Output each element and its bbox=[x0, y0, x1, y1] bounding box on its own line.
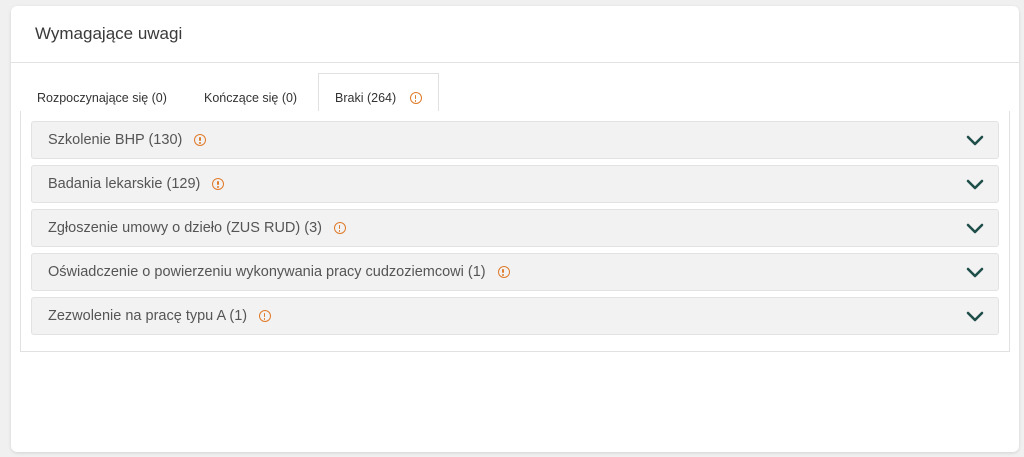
accordion-item-label: Zgłoszenie umowy o dzieło (ZUS RUD) (3) bbox=[48, 220, 322, 236]
accordion-item-label: Szkolenie BHP (130) bbox=[48, 132, 183, 148]
chevron-down-icon[interactable] bbox=[966, 222, 984, 236]
tab-label: Kończące się (0) bbox=[204, 90, 298, 105]
chevron-down-icon[interactable] bbox=[966, 178, 984, 192]
accordion-item-work-permit-a[interactable]: Zezwolenie na pracę typu A (1) bbox=[31, 297, 999, 335]
accordion-item-zus-rud[interactable]: Zgłoszenie umowy o dzieło (ZUS RUD) (3) bbox=[31, 209, 999, 247]
chevron-down-icon[interactable] bbox=[966, 134, 984, 148]
accordion-item-medical-exams[interactable]: Badania lekarskie (129) bbox=[31, 165, 999, 203]
attention-card: Wymagające uwagi Rozpoczynające się (0) … bbox=[11, 6, 1019, 452]
warning-circle-icon bbox=[333, 222, 346, 234]
warning-circle-icon bbox=[194, 134, 207, 146]
warning-circle-icon bbox=[410, 92, 423, 104]
warning-circle-icon bbox=[212, 178, 225, 190]
warning-circle-icon bbox=[259, 310, 272, 322]
chevron-down-icon[interactable] bbox=[966, 310, 984, 324]
accordion-item-bhp-training[interactable]: Szkolenie BHP (130) bbox=[31, 121, 999, 159]
warning-circle-icon bbox=[497, 266, 510, 278]
accordion-item-label: Zezwolenie na pracę typu A (1) bbox=[48, 308, 248, 324]
tab-panel-missing: Szkolenie BHP (130) Badania lekarskie (1… bbox=[20, 111, 1010, 352]
tab-label: Braki (264) bbox=[335, 91, 397, 105]
accordion-item-foreigner-work-statement[interactable]: Oświadczenie o powierzeniu wykonywania p… bbox=[31, 253, 999, 291]
chevron-down-icon[interactable] bbox=[966, 266, 984, 280]
card-title: Wymagające uwagi bbox=[35, 24, 183, 43]
tab-label: Rozpoczynające się (0) bbox=[37, 90, 167, 105]
card-header: Wymagające uwagi bbox=[11, 6, 1019, 63]
accordion-item-label: Oświadczenie o powierzeniu wykonywania p… bbox=[48, 264, 486, 280]
accordion-item-label: Badania lekarskie (129) bbox=[48, 176, 201, 192]
